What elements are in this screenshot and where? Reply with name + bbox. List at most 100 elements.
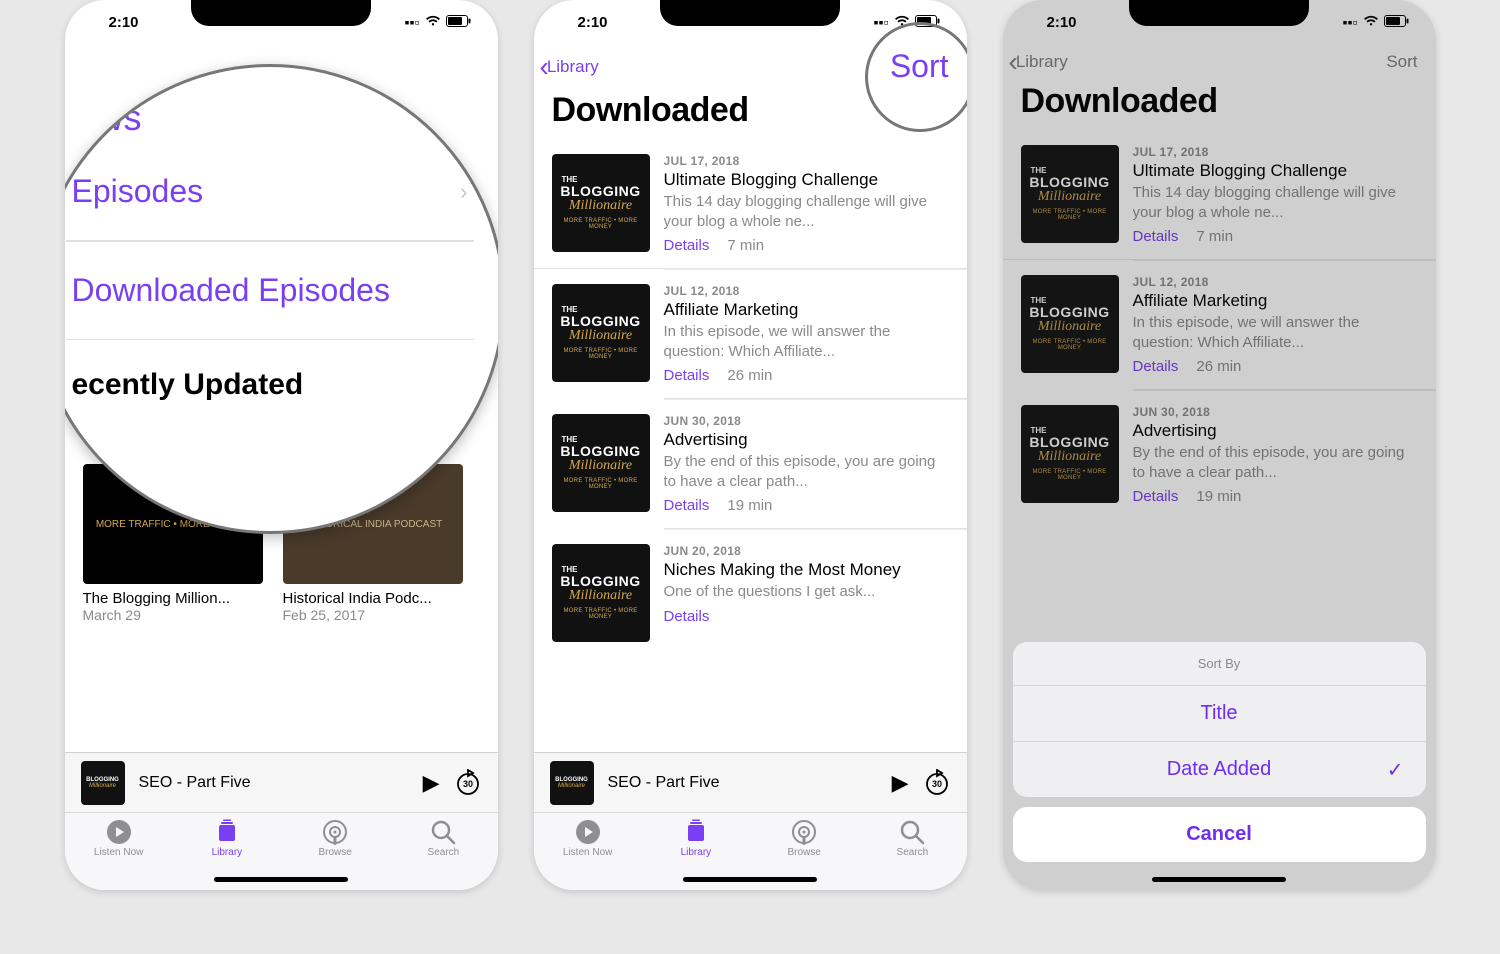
tab-library[interactable]: Library [657,819,735,858]
search-icon [899,819,925,845]
card-date: March 29 [83,607,263,623]
tab-label: Search [428,847,460,858]
battery-icon [446,14,472,30]
edit-button[interactable]: Edit [419,101,455,139]
play-icon[interactable]: ▶ [423,770,440,796]
svg-text:30: 30 [462,779,472,789]
checkmark-icon: ✓ [1387,757,1404,782]
time: 2:10 [91,14,139,31]
chevron-right-icon: › [460,179,467,205]
play-circle-icon [575,819,601,845]
episode-artwork: THE BLOGGING Millionaire MORE TRAFFIC • … [552,414,650,512]
episode-date: JUL 12, 2018 [664,284,949,298]
status-icons: ▪▪▫ [405,14,472,30]
battery-icon [915,14,941,30]
home-indicator [214,877,348,882]
search-icon [430,819,456,845]
now-playing-bar[interactable]: BLOGGING Millionaire SEO - Part Five ▶ 3… [65,752,498,812]
tab-listen-now[interactable]: Listen Now [549,819,627,858]
browse-icon [791,819,817,845]
recently-updated-header: ecently Updated [66,340,474,412]
card-title: Historical India Podc... [283,590,463,607]
episode-date: JUN 30, 2018 [664,414,949,428]
cellular-icon: ▪▪▫ [874,14,889,30]
play-icon[interactable]: ▶ [892,770,909,796]
magnifier-highlight: ws Edit Episodes › Downloaded Episodes e… [65,64,498,534]
now-playing-bar[interactable]: BLOGGING Millionaire SEO - Part Five ▶ 3… [534,752,967,812]
episode-duration: 26 min [727,367,772,384]
svg-text:30: 30 [931,779,941,789]
screen-library: 2:10 ▪▪▫ MORE TRAFFIC • MORE MONEY The B… [65,0,498,890]
tab-label: Library [212,847,243,858]
tab-library[interactable]: Library [188,819,266,858]
card-title: The Blogging Million... [83,590,263,607]
episode-row[interactable]: THE BLOGGING Millionaire MORE TRAFFIC • … [664,529,967,656]
card-date: Feb 25, 2017 [283,607,463,623]
details-link[interactable]: Details [664,497,710,514]
episodes-label: Episodes [72,173,204,210]
shows-fragment: ws [98,97,142,139]
notch [1129,0,1309,26]
screen-sort-sheet: 2:10 ▪▪▫ ‹ Library Sort Downloaded THE B… [1003,0,1436,890]
screen-downloaded: 2:10 ▪▪▫ ‹ Library Sort Downloaded THE B… [534,0,967,890]
downloaded-label: Downloaded Episodes [72,272,390,309]
details-link[interactable]: Details [664,608,710,625]
play-circle-icon [106,819,132,845]
time: 2:10 [560,14,608,31]
episode-row[interactable]: THE BLOGGING Millionaire MORE TRAFFIC • … [664,399,967,529]
episode-date: JUL 17, 2018 [664,154,949,168]
sort-option-title[interactable]: Title [1013,686,1426,742]
wifi-icon [894,14,910,30]
episode-duration: 19 min [727,497,772,514]
downloaded-episodes-row[interactable]: Downloaded Episodes [66,241,474,340]
details-link[interactable]: Details [664,237,710,254]
tab-search[interactable]: Search [404,819,482,858]
action-sheet-backdrop[interactable]: Sort By Title Date Added ✓ Cancel [1003,0,1436,890]
back-button[interactable]: ‹ Library [540,53,599,81]
home-indicator [683,877,817,882]
episodes-row[interactable]: Episodes › [66,143,474,241]
details-link[interactable]: Details [664,367,710,384]
episode-row[interactable]: THE BLOGGING Millionaire MORE TRAFFIC • … [664,269,967,399]
notch [660,0,840,26]
episode-row[interactable]: THE BLOGGING Millionaire MORE TRAFFIC • … [534,140,967,269]
home-indicator [1152,877,1286,882]
mini-artwork: BLOGGING Millionaire [550,761,594,805]
skip-forward-icon[interactable]: 30 [923,769,951,797]
library-icon [214,819,240,845]
sort-action-sheet: Sort By Title Date Added ✓ [1013,642,1426,797]
tab-label: Browse [787,847,820,858]
notch [191,0,371,26]
cellular-icon: ▪▪▫ [405,14,420,30]
now-playing-title: SEO - Part Five [139,774,409,792]
episode-list[interactable]: THE BLOGGING Millionaire MORE TRAFFIC • … [534,140,967,752]
tab-browse[interactable]: Browse [296,819,374,858]
episode-desc: By the end of this episode, you are goin… [664,452,949,491]
now-playing-title: SEO - Part Five [608,774,878,792]
episode-desc: In this episode, we will answer the ques… [664,322,949,361]
episode-artwork: THE BLOGGING Millionaire MORE TRAFFIC • … [552,154,650,252]
tab-label: Listen Now [563,847,612,858]
sort-option-date-added[interactable]: Date Added ✓ [1013,742,1426,797]
sort-button[interactable]: Sort [890,48,949,85]
skip-forward-icon[interactable]: 30 [454,769,482,797]
tab-label: Listen Now [94,847,143,858]
episode-title: Advertising [664,430,949,450]
episode-artwork: THE BLOGGING Millionaire MORE TRAFFIC • … [552,284,650,382]
sheet-header: Sort By [1013,642,1426,686]
page-title: Downloaded [534,89,967,140]
episode-title: Niches Making the Most Money [664,560,949,580]
tab-label: Library [681,847,712,858]
tab-browse[interactable]: Browse [765,819,843,858]
status-icons: ▪▪▫ [874,14,941,30]
nav-bar: ‹ Library Sort [534,44,967,89]
episode-duration: 7 min [727,237,764,254]
episode-desc: This 14 day blogging challenge will give… [664,192,949,231]
browse-icon [322,819,348,845]
episode-title: Affiliate Marketing [664,300,949,320]
cancel-button[interactable]: Cancel [1013,807,1426,862]
wifi-icon [425,14,441,30]
tab-label: Search [897,847,929,858]
tab-search[interactable]: Search [873,819,951,858]
tab-listen-now[interactable]: Listen Now [80,819,158,858]
